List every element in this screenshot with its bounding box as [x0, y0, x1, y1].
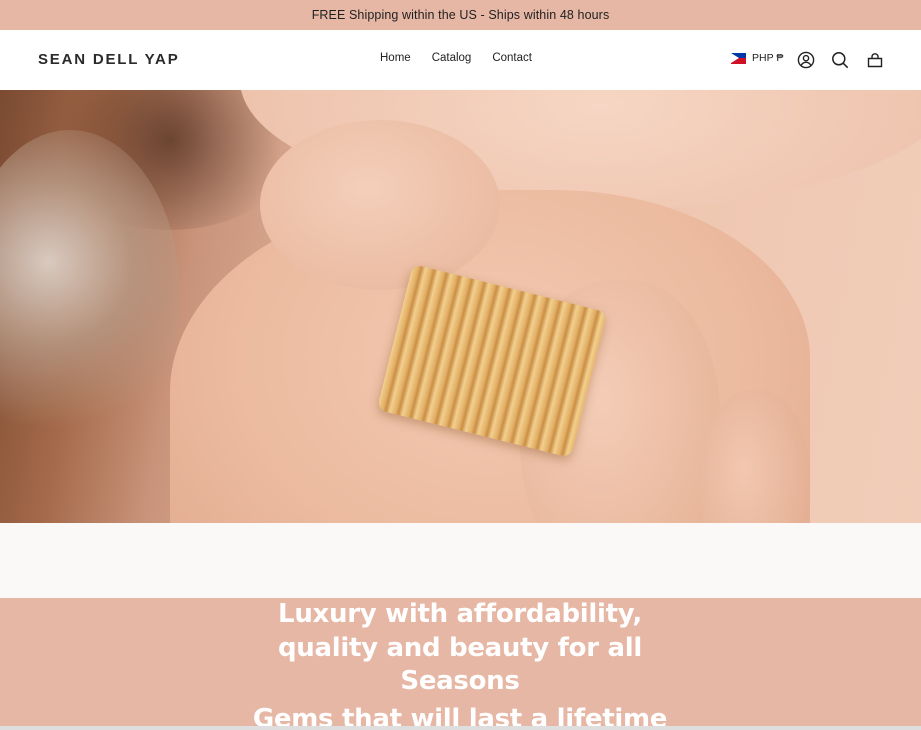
site-header: SEAN DELL YAP Home Catalog Contact PHP ₱ [0, 30, 921, 90]
nav-link-contact[interactable]: Contact [492, 52, 532, 64]
account-icon[interactable] [797, 51, 815, 69]
nav-link-catalog[interactable]: Catalog [432, 52, 472, 64]
philippines-flag-icon [731, 52, 746, 64]
search-icon[interactable] [831, 51, 849, 69]
page-edge [0, 726, 921, 730]
announcement-bar: FREE Shipping within the US - Ships with… [0, 0, 921, 30]
nav-link-home[interactable]: Home [380, 52, 411, 64]
site-logo[interactable]: SEAN DELL YAP [38, 51, 180, 68]
main-nav: Home Catalog Contact [380, 52, 553, 64]
announcement-text: FREE Shipping within the US - Ships with… [311, 8, 610, 22]
hero-image [0, 90, 921, 523]
currency-selector[interactable]: PHP ₱ [731, 52, 783, 64]
cart-icon[interactable] [866, 51, 884, 69]
promo-banner: Luxury with affordability, quality and b… [0, 598, 921, 730]
banner-heading: Luxury with affordability, quality and b… [278, 599, 642, 696]
currency-label: PHP ₱ [752, 52, 784, 64]
section-spacer [0, 523, 921, 598]
